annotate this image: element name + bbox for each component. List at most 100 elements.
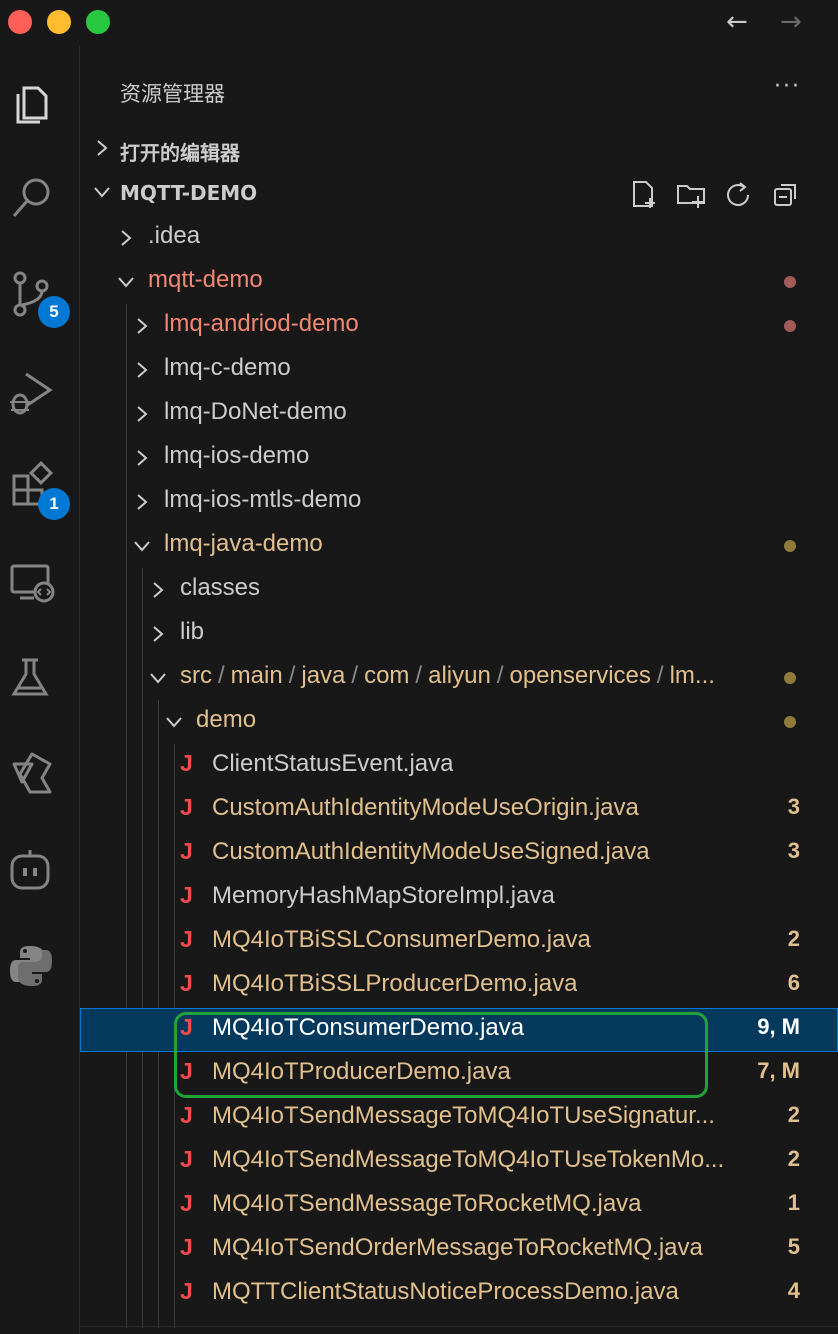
- chevron-down-icon: [134, 541, 150, 552]
- tree-file-java[interactable]: J CustomAuthIdentityModeUseOrigin.java 3: [80, 788, 838, 832]
- error-dot: [784, 320, 796, 332]
- chevron-right-icon: [137, 362, 148, 378]
- chevron-right-icon: [153, 582, 164, 598]
- testing-icon[interactable]: [6, 652, 58, 704]
- path-segment[interactable]: main: [231, 662, 283, 689]
- open-editors-section[interactable]: 打开的编辑器: [80, 128, 838, 172]
- explorer-sidebar: 资源管理器 ··· 打开的编辑器 MQTT-DEMO .idea mqtt-de…: [80, 46, 838, 1334]
- path-segment[interactable]: lm...: [670, 662, 715, 689]
- files-icon[interactable]: [6, 76, 58, 128]
- run-debug-icon[interactable]: [6, 364, 58, 416]
- project-section[interactable]: MQTT-DEMO: [80, 172, 838, 216]
- path-separator: /: [415, 662, 423, 689]
- tree-item-label: MQTTClientStatusNoticeProcessDemo.java: [212, 1278, 679, 1305]
- remote-explorer-icon[interactable]: [6, 556, 58, 608]
- source-control-icon[interactable]: 5: [6, 268, 70, 328]
- java-file-icon: J: [180, 970, 193, 996]
- tree-file-java[interactable]: J MQ4IoTSendOrderMessageToRocketMQ.java …: [80, 1228, 838, 1272]
- path-segment[interactable]: java: [301, 662, 345, 689]
- tree-folder-lib[interactable]: lib: [80, 612, 838, 656]
- chevron-right-icon: [137, 494, 148, 510]
- java-file-icon: J: [180, 926, 193, 952]
- refresh-icon[interactable]: [724, 180, 754, 210]
- tree-file-java[interactable]: J MQ4IoTSendMessageToMQ4IoTUseTokenMo...…: [80, 1140, 838, 1184]
- tree-item-label: MQ4IoTSendMessageToRocketMQ.java: [212, 1190, 642, 1217]
- tree-folder-src-path[interactable]: src / main / java / com / aliyun / openservices / lm…: [80, 656, 838, 700]
- tree-file-java[interactable]: J CustomAuthIdentityModeUseSigned.java 3: [80, 832, 838, 876]
- modified-dot: [784, 540, 796, 552]
- extensions-badge: 1: [38, 488, 70, 520]
- tree-item-label: classes: [180, 574, 261, 601]
- activity-bar: 5 1: [0, 46, 80, 1334]
- tree-folder-classes[interactable]: classes: [80, 568, 838, 612]
- minimize-window-button[interactable]: [47, 10, 71, 34]
- java-file-icon: J: [180, 750, 193, 776]
- tree-item-label: CustomAuthIdentityModeUseOrigin.java: [212, 794, 639, 821]
- chevron-down-icon: [150, 673, 166, 684]
- chevron-right-icon: [97, 140, 108, 156]
- java-file-icon: J: [180, 838, 193, 864]
- problem-count: 2: [787, 1102, 800, 1127]
- extensions-icon[interactable]: 1: [6, 460, 70, 520]
- java-file-icon: J: [180, 1102, 193, 1128]
- tree-item-label: lmq-andriod-demo: [164, 310, 359, 337]
- java-file-icon: J: [180, 882, 193, 908]
- new-folder-icon[interactable]: [676, 180, 706, 210]
- arrow-left-icon[interactable]: ←: [726, 6, 748, 38]
- path-segment[interactable]: openservices: [509, 662, 650, 689]
- chevron-right-icon: [121, 230, 132, 246]
- chevron-right-icon: [153, 626, 164, 642]
- new-file-icon[interactable]: [630, 180, 660, 210]
- source-control-badge: 5: [38, 296, 70, 328]
- tree-folder-mqtt-demo[interactable]: mqtt-demo: [80, 260, 838, 304]
- path-segment[interactable]: com: [364, 662, 409, 689]
- tree-item-label: MQ4IoTSendMessageToMQ4IoTUseSignatur...: [212, 1102, 715, 1129]
- tree-item-label: lmq-DoNet-demo: [164, 398, 347, 425]
- tree-file-java[interactable]: J MQTTClientStatusNoticeProcessDemo.java…: [80, 1272, 838, 1316]
- chevron-right-icon: [137, 450, 148, 466]
- tree-file-java[interactable]: J ClientStatusEvent.java: [80, 744, 838, 788]
- tree-file-java[interactable]: J MemoryHashMapStoreImpl.java: [80, 876, 838, 920]
- problem-count: 3: [787, 838, 800, 863]
- tree-file-java[interactable]: J MQ4IoTBiSSLConsumerDemo.java 2: [80, 920, 838, 964]
- more-actions-icon[interactable]: ···: [774, 74, 801, 99]
- path-segment[interactable]: aliyun: [428, 662, 491, 689]
- java-file-icon: J: [180, 1190, 193, 1216]
- close-window-button[interactable]: [8, 10, 32, 34]
- java-file-icon: J: [180, 1278, 193, 1304]
- tree-folder-lmq-c-demo[interactable]: lmq-c-demo: [80, 348, 838, 392]
- tree-item-label: ClientStatusEvent.java: [212, 750, 454, 777]
- problem-count: 7, M: [757, 1058, 800, 1083]
- tree-item-label: MQ4IoTSendOrderMessageToRocketMQ.java: [212, 1234, 703, 1261]
- tree-folder-lmq-java-demo[interactable]: lmq-java-demo: [80, 524, 838, 568]
- compact-folder-path: src / main / java / com / aliyun / openservices / lm…: [180, 662, 760, 690]
- tree-item-label: lmq-c-demo: [164, 354, 291, 381]
- tree-file-java[interactable]: J MQ4IoTSendMessageToMQ4IoTUseSignatur..…: [80, 1096, 838, 1140]
- tree-item-label: MQ4IoTBiSSLProducerDemo.java: [212, 970, 578, 997]
- path-segment[interactable]: src: [180, 662, 212, 689]
- copilot-icon[interactable]: [6, 844, 58, 896]
- tongyi-icon[interactable]: [6, 748, 58, 800]
- tree-item-label: lmq-ios-demo: [164, 442, 310, 469]
- tree-folder-lmq-donet-demo[interactable]: lmq-DoNet-demo: [80, 392, 838, 436]
- path-separator: /: [656, 662, 664, 689]
- search-icon[interactable]: [6, 172, 58, 224]
- tree-folder-lmq-andriod-demo[interactable]: lmq-andriod-demo: [80, 304, 838, 348]
- collapse-all-icon[interactable]: [772, 180, 802, 210]
- maximize-window-button[interactable]: [86, 10, 110, 34]
- tree-file-java[interactable]: J MQ4IoTSendMessageToRocketMQ.java 1: [80, 1184, 838, 1228]
- tree-folder-lmq-ios-demo[interactable]: lmq-ios-demo: [80, 436, 838, 480]
- problem-count: 5: [787, 1234, 800, 1259]
- tree-folder-lmq-ios-mtls-demo[interactable]: lmq-ios-mtls-demo: [80, 480, 838, 524]
- tree-item-label: lib: [180, 618, 205, 645]
- tree-item-label: CustomAuthIdentityModeUseSigned.java: [212, 838, 650, 865]
- java-file-icon: J: [180, 1234, 193, 1260]
- python-icon[interactable]: [6, 940, 58, 992]
- tree-folder-idea[interactable]: .idea: [80, 216, 838, 260]
- tree-item-label: mqtt-demo: [148, 266, 263, 293]
- arrow-right-icon[interactable]: →: [780, 6, 802, 38]
- tree-file-java[interactable]: J MQ4IoTBiSSLProducerDemo.java 6: [80, 964, 838, 1008]
- tree-item-label: lmq-ios-mtls-demo: [164, 486, 362, 513]
- tree-item-label: lmq-java-demo: [164, 530, 323, 557]
- tree-folder-demo[interactable]: demo: [80, 700, 838, 744]
